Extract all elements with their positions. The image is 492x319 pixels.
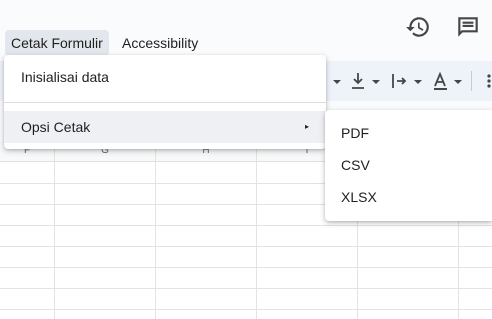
submenu-arrow-icon: ▸	[304, 122, 309, 131]
text-wrap-icon[interactable]	[388, 69, 424, 93]
menu-item-label: Opsi Cetak	[21, 119, 91, 135]
menu-accessibility[interactable]: Accessibility	[116, 30, 204, 56]
grid-line	[155, 141, 156, 319]
grid-line	[0, 246, 492, 247]
grid-line	[0, 225, 492, 226]
menu-item-opsi-cetak[interactable]: Opsi Cetak ▸	[4, 111, 326, 143]
text-color-icon[interactable]	[430, 69, 466, 93]
vertical-align-bottom-icon[interactable]	[348, 69, 384, 93]
submenu-item-pdf[interactable]: PDF	[325, 117, 492, 149]
cetak-formulir-dropdown: Inisialisai data Opsi Cetak ▸	[4, 55, 326, 149]
menu-divider	[4, 102, 326, 103]
comment-icon[interactable]	[455, 14, 481, 40]
menu-cetak-formulir[interactable]: Cetak Formulir	[5, 30, 109, 56]
grid-line	[0, 267, 492, 268]
submenu-item-csv[interactable]: CSV	[325, 149, 492, 181]
grid-line	[0, 288, 492, 289]
opsi-cetak-submenu: PDF CSV XLSX	[325, 110, 492, 221]
history-icon[interactable]	[405, 14, 431, 40]
grid-line	[54, 141, 55, 319]
grid-line	[256, 141, 257, 319]
menu-item-inisialisai-data[interactable]: Inisialisai data	[4, 61, 326, 93]
toolbar-separator	[471, 71, 472, 91]
grid-line	[0, 309, 492, 310]
chevron-down-icon[interactable]	[330, 69, 344, 93]
submenu-item-xlsx[interactable]: XLSX	[325, 181, 492, 213]
more-vert-icon[interactable]	[482, 69, 492, 93]
